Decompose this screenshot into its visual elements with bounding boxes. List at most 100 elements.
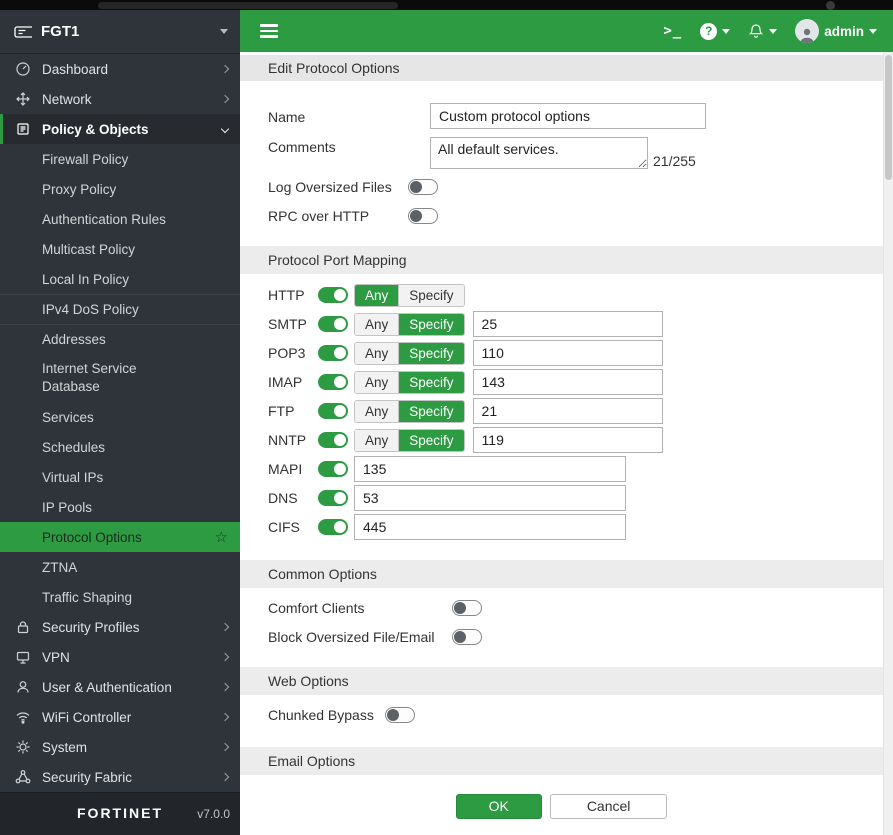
mapi-toggle[interactable]: [318, 461, 348, 477]
sidebar-item-label: User & Authentication: [42, 679, 172, 695]
nntp-port-input[interactable]: [472, 427, 663, 453]
scrollbar-thumb[interactable]: [885, 55, 892, 180]
vertical-scrollbar[interactable]: [883, 52, 893, 835]
name-input[interactable]: [430, 103, 706, 129]
chevron-right-icon: [220, 622, 230, 632]
rpc-over-http-toggle[interactable]: [408, 208, 438, 224]
bell-icon: [748, 23, 764, 39]
sidebar-item-security-profiles[interactable]: Security Profiles: [0, 612, 240, 642]
sidebar-item-firewall-policy[interactable]: Firewall Policy: [0, 144, 240, 174]
sidebar-item-schedules[interactable]: Schedules: [0, 432, 240, 462]
specify-button[interactable]: Specify: [398, 429, 464, 451]
sidebar-item-dashboard[interactable]: Dashboard: [0, 54, 240, 84]
specify-button[interactable]: Specify: [398, 284, 464, 306]
hamburger-menu-icon[interactable]: [260, 24, 278, 38]
sidebar-item-ipv4-dos-policy[interactable]: IPv4 DoS Policy: [0, 294, 240, 324]
block-oversized-toggle[interactable]: [452, 629, 482, 645]
ftp-port-mode: Any Specify: [354, 399, 465, 423]
specify-button[interactable]: Specify: [398, 400, 464, 422]
firmware-version: v7.0.0: [197, 807, 230, 821]
sidebar-item-services[interactable]: Services: [0, 402, 240, 432]
any-button[interactable]: Any: [355, 429, 399, 451]
sidebar-item-label: System: [42, 739, 88, 755]
help-menu[interactable]: ?: [700, 22, 731, 40]
favorite-star-icon[interactable]: ☆: [215, 528, 228, 546]
sidebar-item-ip-pools[interactable]: IP Pools: [0, 492, 240, 522]
comfort-clients-toggle[interactable]: [452, 600, 482, 616]
device-selector[interactable]: FGT1: [0, 10, 240, 54]
sidebar-item-local-in-policy[interactable]: Local In Policy: [0, 264, 240, 294]
protocol-row-cifs: CIFS: [268, 514, 893, 540]
sidebar-item-authentication-rules[interactable]: Authentication Rules: [0, 204, 240, 234]
pop3-port-input[interactable]: [472, 340, 663, 366]
log-oversized-toggle[interactable]: [408, 179, 438, 195]
any-button[interactable]: Any: [355, 371, 399, 393]
any-button[interactable]: Any: [355, 313, 399, 335]
chevron-down-icon: [869, 28, 877, 34]
sidebar-item-policy-objects[interactable]: Policy & Objects: [0, 114, 240, 144]
sidebar-item-proxy-policy[interactable]: Proxy Policy: [0, 174, 240, 204]
sidebar-item-label: Protocol Options: [42, 529, 142, 545]
sidebar-item-label: Traffic Shaping: [42, 589, 133, 605]
imap-toggle[interactable]: [318, 374, 348, 390]
chunked-bypass-label: Chunked Bypass: [268, 707, 374, 723]
sidebar-item-label: ZTNA: [42, 559, 78, 575]
admin-menu[interactable]: admin: [795, 19, 877, 43]
comments-input[interactable]: All default services.: [430, 137, 648, 169]
imap-port-mode: Any Specify: [354, 370, 465, 394]
sidebar-item-multicast-policy[interactable]: Multicast Policy: [0, 234, 240, 264]
sidebar-item-vpn[interactable]: VPN: [0, 642, 240, 672]
imap-port-input[interactable]: [472, 369, 663, 395]
smtp-toggle[interactable]: [318, 316, 348, 332]
any-button[interactable]: Any: [355, 342, 399, 364]
fabric-nodes-icon: [14, 769, 32, 785]
section-email-options: Email Options: [240, 747, 883, 775]
comfort-clients-row: Comfort Clients: [240, 588, 893, 618]
sidebar-item-user-authentication[interactable]: User & Authentication: [0, 672, 240, 702]
cifs-port-input[interactable]: [354, 514, 626, 540]
any-button[interactable]: Any: [355, 400, 399, 422]
protocol-label: POP3: [268, 345, 306, 361]
mapi-port-input[interactable]: [354, 456, 626, 482]
specify-button[interactable]: Specify: [398, 313, 464, 335]
chevron-down-icon: [769, 28, 778, 34]
sidebar-item-addresses[interactable]: Addresses: [0, 324, 240, 354]
sidebar-item-label: Policy & Objects: [42, 121, 149, 137]
ftp-toggle[interactable]: [318, 403, 348, 419]
sidebar-item-virtual-ips[interactable]: Virtual IPs: [0, 462, 240, 492]
block-oversized-label: Block Oversized File/Email: [268, 629, 435, 645]
sidebar-item-ztna[interactable]: ZTNA: [0, 552, 240, 582]
sidebar-item-label: Firewall Policy: [42, 151, 129, 167]
sidebar-item-label: WiFi Controller: [42, 709, 132, 725]
smtp-port-input[interactable]: [472, 311, 663, 337]
http-toggle[interactable]: [318, 287, 348, 303]
sidebar-item-label: VPN: [42, 649, 70, 665]
sidebar-item-traffic-shaping[interactable]: Traffic Shaping: [0, 582, 240, 612]
sidebar-item-security-fabric[interactable]: Security Fabric: [0, 762, 240, 792]
sidebar-item-internet-service-database[interactable]: Internet Service Database: [0, 354, 240, 402]
nntp-toggle[interactable]: [318, 432, 348, 448]
notifications-menu[interactable]: [748, 23, 778, 39]
sidebar-item-protocol-options[interactable]: Protocol Options ☆: [0, 522, 240, 552]
sidebar-item-wifi-controller[interactable]: WiFi Controller: [0, 702, 240, 732]
ok-button[interactable]: OK: [455, 794, 542, 819]
dns-port-input[interactable]: [354, 485, 626, 511]
dns-toggle[interactable]: [318, 490, 348, 506]
sidebar-nav: Dashboard Network Policy & Objects Firew…: [0, 54, 240, 792]
pop3-toggle[interactable]: [318, 345, 348, 361]
chevron-down-icon: [220, 29, 228, 34]
content-pane: Edit Protocol Options Name Comments All …: [240, 52, 893, 835]
cifs-toggle[interactable]: [318, 519, 348, 535]
specify-button[interactable]: Specify: [398, 342, 464, 364]
cancel-button[interactable]: Cancel: [549, 794, 668, 819]
cli-console-icon[interactable]: >_: [663, 23, 682, 39]
monitor-icon: [14, 649, 32, 665]
sidebar-item-system[interactable]: System: [0, 732, 240, 762]
chunked-bypass-toggle[interactable]: [385, 707, 415, 723]
any-button[interactable]: Any: [355, 284, 399, 306]
lock-icon: [14, 619, 32, 635]
ftp-port-input[interactable]: [472, 398, 663, 424]
smtp-port-mode: Any Specify: [354, 312, 465, 336]
sidebar-item-network[interactable]: Network: [0, 84, 240, 114]
specify-button[interactable]: Specify: [398, 371, 464, 393]
